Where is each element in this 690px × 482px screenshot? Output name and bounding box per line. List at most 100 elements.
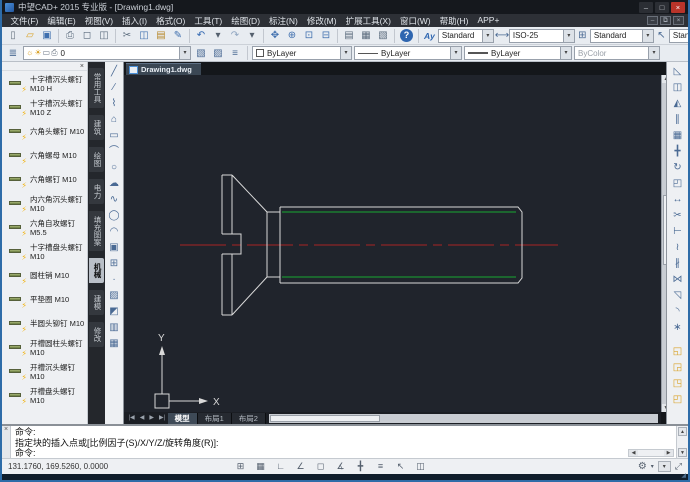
menu-item-3[interactable]: 视图(V) bbox=[80, 15, 117, 27]
palette-item[interactable]: ⚡开槽圆柱头螺钉 M10 bbox=[9, 338, 87, 359]
bring-above-icon[interactable]: ◳ bbox=[669, 376, 686, 392]
color-dropdown[interactable]: ByLayer ▾ bbox=[252, 46, 352, 60]
layers-manager-icon[interactable]: ≣ bbox=[5, 46, 21, 61]
palette-item[interactable]: ⚡平垫圈 M10 bbox=[9, 290, 87, 311]
copy-clip-icon[interactable]: ◫ bbox=[136, 28, 152, 43]
command-close-icon[interactable]: × bbox=[4, 426, 8, 433]
minimize-button[interactable]: – bbox=[639, 2, 653, 13]
menu-item-1[interactable]: 文件(F) bbox=[6, 15, 43, 27]
mdi-minimize-button[interactable]: – bbox=[647, 16, 658, 25]
dyn-icon[interactable]: ╋ bbox=[352, 460, 369, 473]
command-horizontal-scrollbar[interactable]: ◀ ▶ bbox=[628, 449, 674, 457]
layout-tab-1[interactable]: 模型 bbox=[168, 413, 198, 424]
palette-tab-4[interactable]: 电力 bbox=[89, 179, 104, 204]
scroll-down-icon[interactable]: ▼ bbox=[678, 448, 687, 457]
layout-nav-button[interactable]: ◀ bbox=[137, 412, 147, 424]
arc-icon[interactable]: ⌒ bbox=[106, 144, 123, 160]
palette-item[interactable]: ⚡开槽沉头螺钉 M10 bbox=[9, 362, 87, 383]
palette-close-icon[interactable]: × bbox=[80, 62, 84, 71]
palette-item[interactable]: ⚡六角螺钉 M10 bbox=[9, 170, 87, 191]
hatch-icon[interactable]: ▨ bbox=[106, 288, 123, 304]
zoom-realtime-icon[interactable]: ⊕ bbox=[284, 28, 300, 43]
send-under-icon[interactable]: ◰ bbox=[669, 392, 686, 408]
print-preview-icon[interactable]: ◻ bbox=[79, 28, 95, 43]
chevron-down-icon[interactable]: ▾ bbox=[179, 47, 190, 59]
send-to-back-icon[interactable]: ◲ bbox=[669, 360, 686, 376]
palette-tab-8[interactable]: 修改 bbox=[89, 322, 104, 347]
revcloud-icon[interactable]: ☁ bbox=[106, 176, 123, 192]
canvas-horizontal-scrollbar[interactable] bbox=[269, 414, 658, 423]
insert-block-icon[interactable]: ▣ bbox=[106, 240, 123, 256]
rectangle-icon[interactable]: ▭ bbox=[106, 128, 123, 144]
layout-nav-button[interactable]: ▶| bbox=[156, 412, 167, 424]
palette-item[interactable]: ⚡开槽盘头螺钉 M10 bbox=[9, 386, 87, 407]
trim-icon[interactable]: ✂ bbox=[669, 208, 686, 224]
scale-icon[interactable]: ◰ bbox=[669, 176, 686, 192]
help-icon[interactable]: ? bbox=[400, 29, 413, 42]
palette-item[interactable]: ⚡内六角沉头螺钉 M10 bbox=[9, 194, 87, 215]
rotate-icon[interactable]: ↻ bbox=[669, 160, 686, 176]
menu-item-6[interactable]: 工具(T) bbox=[190, 15, 227, 27]
polar-icon[interactable]: ∠ bbox=[292, 460, 309, 473]
scroll-left-icon[interactable]: ◀ bbox=[629, 450, 638, 456]
paste-icon[interactable]: ▤ bbox=[153, 28, 169, 43]
chevron-down-icon[interactable]: ▾ bbox=[482, 30, 493, 42]
layout-tab-3[interactable]: 布局2 bbox=[232, 413, 266, 424]
point-icon[interactable]: ∙ bbox=[106, 272, 123, 288]
close-button[interactable]: × bbox=[671, 2, 685, 13]
chevron-down-icon[interactable]: ▾ bbox=[563, 30, 574, 42]
construction-line-icon[interactable]: ∕ bbox=[106, 80, 123, 96]
chevron-down-icon[interactable]: ▾ bbox=[560, 47, 571, 59]
lineweight-dropdown[interactable]: ByLayer ▾ bbox=[464, 46, 572, 60]
offset-icon[interactable]: ∥ bbox=[669, 112, 686, 128]
mdi-restore-button[interactable]: ⧉ bbox=[660, 16, 671, 25]
dim-style-dropdown[interactable]: ISO-25 ▾ bbox=[509, 29, 575, 43]
redo-dropdown-icon[interactable]: ▾ bbox=[244, 28, 260, 43]
layer-previous-icon[interactable]: ▨ bbox=[210, 46, 226, 61]
layer-dropdown[interactable]: ☼☀▭⎙ 0 ▾ bbox=[23, 46, 191, 60]
otrack-icon[interactable]: ∡ bbox=[332, 460, 349, 473]
save-icon[interactable]: ▣ bbox=[39, 28, 55, 43]
zoom-window-icon[interactable]: ⊡ bbox=[301, 28, 317, 43]
polyline-icon[interactable]: ⌇ bbox=[106, 96, 123, 112]
palette-item[interactable]: ⚡六角头螺钉 M10 bbox=[9, 122, 87, 143]
cursor-select-icon[interactable]: ↖ bbox=[392, 460, 409, 473]
zoom-previous-icon[interactable]: ⊟ bbox=[318, 28, 334, 43]
table-icon[interactable]: ▦ bbox=[106, 336, 123, 352]
palette-tab-2[interactable]: 建筑 bbox=[89, 115, 104, 140]
text-style-dropdown[interactable]: Standard ▾ bbox=[438, 29, 494, 43]
cut-icon[interactable]: ✂ bbox=[119, 28, 135, 43]
command-grip[interactable]: × bbox=[2, 426, 11, 458]
palette-tab-5[interactable]: 填充图案 bbox=[89, 211, 104, 251]
palette-tab-1[interactable]: 常用工具 bbox=[89, 68, 104, 108]
palette-item[interactable]: ⚡圆柱销 M10 bbox=[9, 266, 87, 287]
command-scrollbar[interactable]: ▲ ▼ bbox=[676, 426, 688, 458]
array-icon[interactable]: ▦ bbox=[669, 128, 686, 144]
tool-palettes-icon[interactable]: ▦ bbox=[358, 28, 374, 43]
pan-icon[interactable]: ✥ bbox=[267, 28, 283, 43]
palette-item[interactable]: ⚡半圆头铆钉 M10 bbox=[9, 314, 87, 335]
join-icon[interactable]: ⋈ bbox=[669, 272, 686, 288]
command-history[interactable]: 命令:指定块的插入点或[比例因子(S)/X/Y/Z/旋转角度(R)]:命令: bbox=[11, 426, 676, 458]
palette-item[interactable]: ⚡六角自攻螺钉 M5.5 bbox=[9, 218, 87, 239]
line-icon[interactable]: ╱ bbox=[106, 64, 123, 80]
table-style-dropdown[interactable]: Standard ▾ bbox=[590, 29, 654, 43]
layout-tab-2[interactable]: 布局1 bbox=[198, 413, 232, 424]
linetype-dropdown[interactable]: ByLayer ▾ bbox=[354, 46, 462, 60]
new-icon[interactable]: ▯ bbox=[5, 28, 21, 43]
status-dropdown[interactable]: ▾ bbox=[658, 461, 671, 472]
menu-item-13[interactable]: APP+ bbox=[473, 15, 504, 27]
chevron-down-icon[interactable]: ▾ bbox=[450, 47, 461, 59]
gear-dropdown-icon[interactable]: ▾ bbox=[651, 463, 654, 470]
menu-item-5[interactable]: 格式(O) bbox=[152, 15, 190, 27]
make-current-layer-icon[interactable]: ▧ bbox=[193, 46, 209, 61]
model-space-icon[interactable]: ◫ bbox=[412, 460, 429, 473]
palette-item[interactable]: ⚡十字槽沉头螺钉 M10 Z bbox=[9, 98, 87, 119]
grid-icon[interactable]: ▦ bbox=[252, 460, 269, 473]
properties-palette-icon[interactable]: ▤ bbox=[341, 28, 357, 43]
mleader-style-dropdown[interactable]: Standard ▾ bbox=[669, 29, 690, 43]
chevron-down-icon[interactable]: ▾ bbox=[340, 47, 351, 59]
menu-item-11[interactable]: 窗口(W) bbox=[395, 15, 435, 27]
make-block-icon[interactable]: ⊞ bbox=[106, 256, 123, 272]
menu-item-9[interactable]: 修改(M) bbox=[302, 15, 341, 27]
